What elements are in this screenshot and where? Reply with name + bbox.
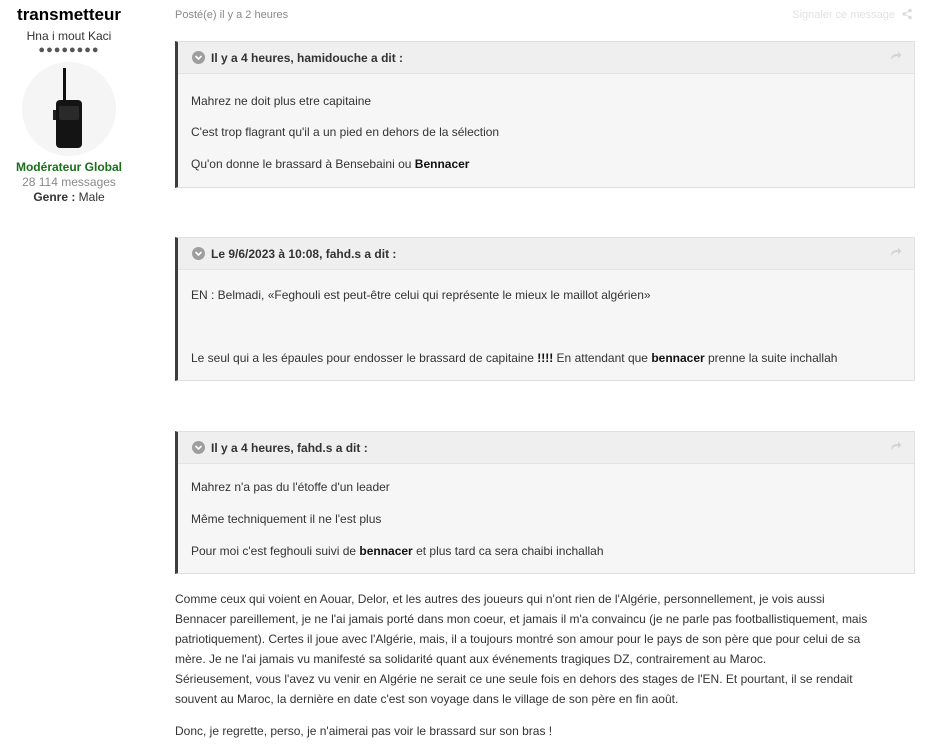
quote-citation: Il y a 4 heures, fahd.s a dit : — [211, 441, 368, 455]
text-line: patriotiquement). Certes il joue avec l'… — [175, 632, 861, 646]
quote-header[interactable]: Le 9/6/2023 à 10:08, fahd.s a dit : — [178, 238, 914, 270]
quote-header[interactable]: Il y a 4 heures, hamidouche a dit : — [178, 42, 914, 74]
author-name[interactable]: transmetteur — [0, 5, 138, 25]
rank-pips: ●●●●●●●● — [38, 44, 100, 56]
post-content: Posté(e) il y a 2 heures Signaler ce mes… — [175, 0, 917, 738]
text-line: mère. Je ne l'ai jamais vu manifesté sa … — [175, 652, 767, 666]
text-line: Sérieusement, vous l'avez vu venir en Al… — [175, 672, 853, 686]
post-text: Comme ceux qui voient en Aouar, Delor, e… — [175, 589, 917, 709]
quote-header[interactable]: Il y a 4 heures, fahd.s a dit : — [178, 432, 914, 464]
goto-quote-icon[interactable] — [890, 440, 902, 455]
member-group: Modérateur Global — [15, 160, 122, 174]
quote-line: C'est trop flagrant qu'il a un pied en d… — [191, 125, 500, 139]
post-text-closing: Donc, je regrette, perso, je n'aimerai p… — [175, 721, 917, 741]
quote-line: Mahrez ne doit plus etre capitaine — [191, 94, 372, 108]
goto-quote-icon[interactable] — [890, 50, 902, 65]
quote-line: EN : Belmadi, «Feghouli est peut-être ce… — [191, 288, 651, 302]
quote-line: Même techniquement il ne l'est plus — [191, 512, 382, 526]
quote-line: Pour moi c'est feghouli suivi de bennace… — [191, 544, 604, 558]
text-line: Bennacer pareillement, je ne l'ai jamais… — [175, 612, 868, 626]
quote-block: Il y a 4 heures, hamidouche a dit : Mahr… — [175, 41, 915, 188]
quote-line: Mahrez n'a pas du l'étoffe d'un leader — [191, 480, 390, 494]
text-line: Donc, je regrette, perso, je n'aimerai p… — [175, 724, 553, 738]
post-count: 28 114 messages — [22, 175, 116, 189]
genre-label: Genre : — [33, 190, 76, 204]
chevron-down-icon[interactable] — [192, 51, 205, 64]
quote-block: Il y a 4 heures, fahd.s a dit : Mahrez n… — [175, 431, 915, 574]
chevron-down-icon[interactable] — [192, 441, 205, 454]
avatar[interactable] — [22, 62, 116, 156]
chevron-down-icon[interactable] — [192, 247, 205, 260]
share-icon[interactable] — [901, 8, 913, 23]
quote-line: Qu'on donne le brassard à Bensebaini ou … — [191, 157, 470, 171]
genre-value: Male — [78, 190, 105, 204]
genre-field: Genre : Male — [0, 190, 138, 204]
author-panel: transmetteur Hna i mout Kaci ●●●●●●●● Mo… — [0, 0, 138, 204]
post-meta: Posté(e) il y a 2 heures Signaler ce mes… — [175, 0, 917, 28]
quote-citation: Le 9/6/2023 à 10:08, fahd.s a dit : — [211, 247, 397, 261]
posted-time[interactable]: Posté(e) il y a 2 heures — [175, 9, 288, 21]
member-title: Hna i mout Kaci — [26, 29, 112, 43]
text-line: souvent au Maroc, la dernière en date c'… — [175, 692, 679, 706]
walkie-talkie-icon — [53, 68, 82, 148]
quote-citation: Il y a 4 heures, hamidouche a dit : — [211, 51, 404, 65]
report-link[interactable]: Signaler ce message — [792, 9, 895, 21]
text-line: Comme ceux qui voient en Aouar, Delor, e… — [175, 592, 825, 606]
quote-line: Le seul qui a les épaules pour endosser … — [191, 351, 838, 365]
goto-quote-icon[interactable] — [890, 246, 902, 261]
quote-block: Le 9/6/2023 à 10:08, fahd.s a dit : EN :… — [175, 237, 915, 381]
